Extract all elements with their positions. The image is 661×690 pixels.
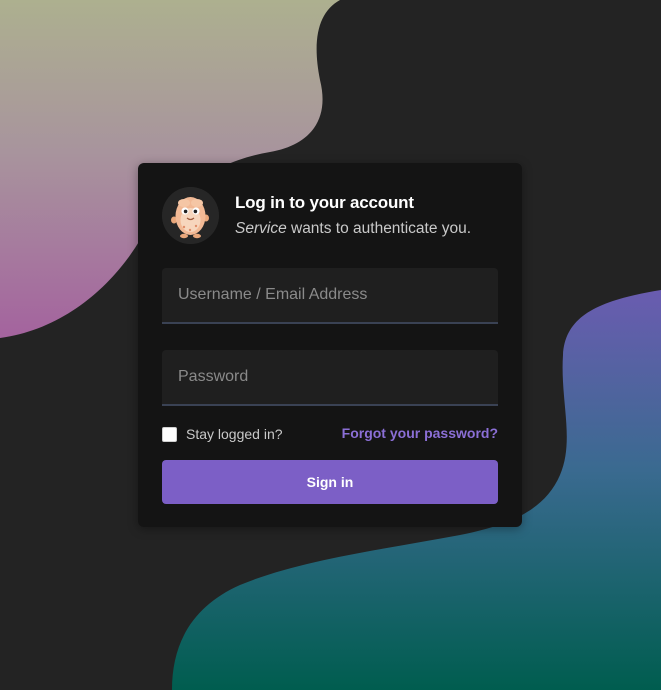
service-name: Service	[235, 220, 287, 237]
password-input[interactable]	[162, 350, 498, 404]
login-title: Log in to your account	[235, 193, 414, 212]
login-subtitle: Service wants to authenticate you.	[235, 220, 471, 238]
login-card: Log in to your account Service wants to …	[138, 163, 522, 527]
stay-logged-in-checkbox[interactable]	[162, 426, 177, 442]
stay-logged-in-label: Stay logged in?	[186, 426, 283, 442]
username-input[interactable]	[162, 268, 498, 322]
sign-in-button[interactable]: Sign in	[162, 460, 498, 504]
subtitle-text: wants to authenticate you.	[286, 220, 472, 237]
username-field	[162, 268, 498, 324]
forgot-password-link[interactable]: Forgot your password?	[342, 425, 498, 441]
stay-logged-in[interactable]: Stay logged in?	[162, 425, 283, 443]
password-field	[162, 350, 498, 406]
mascot-bean-icon	[162, 187, 219, 244]
